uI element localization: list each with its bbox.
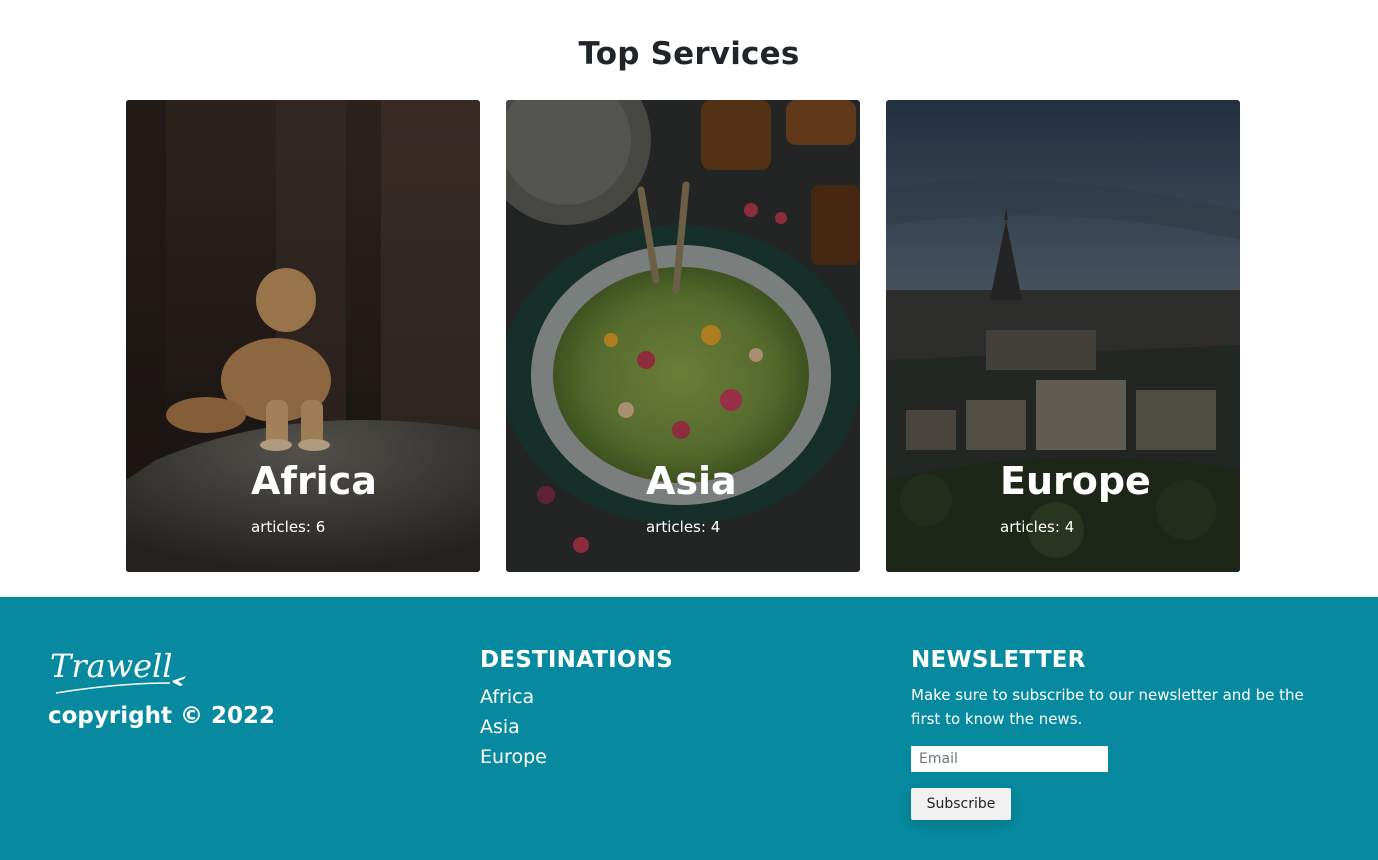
card-title[interactable]: Africa [251,462,377,500]
destinations-title: DESTINATIONS [480,647,673,673]
newsletter-title: NEWSLETTER [911,647,1086,673]
site-footer: Trawell copyright © 2022 DESTINATIONS Af… [0,597,1378,860]
svg-text:Trawell: Trawell [50,647,173,685]
card-title[interactable]: Europe [1000,462,1151,500]
card-article-count: articles: 4 [646,518,721,536]
email-field[interactable] [911,746,1108,772]
footer-link-asia[interactable]: Asia [480,716,520,738]
footer-link-africa[interactable]: Africa [480,686,534,708]
copyright-text: copyright © 2022 [48,703,275,729]
trawell-logo[interactable]: Trawell [48,643,188,699]
newsletter-description: Make sure to subscribe to our newsletter… [911,686,1304,728]
card-article-count: articles: 6 [251,518,326,536]
section-title: Top Services [578,36,800,72]
card-title[interactable]: Asia [646,462,737,500]
footer-link-europe[interactable]: Europe [480,746,547,768]
subscribe-button[interactable]: Subscribe [911,788,1011,820]
card-article-count: articles: 4 [1000,518,1075,536]
